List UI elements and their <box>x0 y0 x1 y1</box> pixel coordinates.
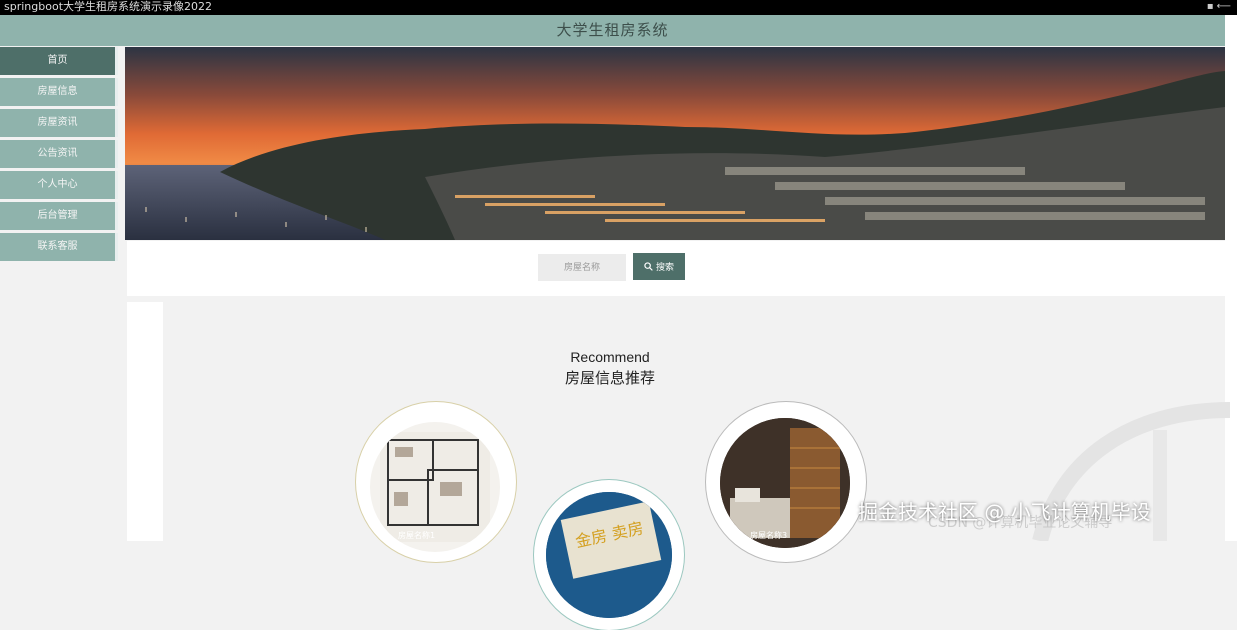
recommend-card-2[interactable]: 金房 卖房 <box>534 480 684 630</box>
sidebar-item-admin[interactable]: 后台管理 <box>0 202 118 230</box>
window-title-bar: springboot大学生租房系统演示录像2022 ▪ ⟵ <box>0 0 1237 15</box>
search-icon <box>644 262 653 271</box>
banner-image[interactable] <box>125 47 1225 240</box>
sidebar-item-notices[interactable]: 公告资讯 <box>0 140 118 168</box>
recommend-title-cn: 房屋信息推荐 <box>564 369 655 387</box>
sidebar-item-home[interactable]: 首页 <box>0 47 118 75</box>
recommend-card-1-label: 房屋名称1 <box>398 531 436 540</box>
recommend-card-3-label: 房屋名称3 <box>750 531 788 540</box>
search-button-label: 搜索 <box>655 262 674 272</box>
recommend-heading: Recommend 房屋信息推荐 <box>500 348 720 388</box>
banner-city-sunset-image <box>125 47 1225 240</box>
search-input[interactable] <box>538 254 626 281</box>
site-title: 大学生租房系统 <box>556 21 669 39</box>
window-title: springboot大学生租房系统演示录像2022 <box>4 0 212 13</box>
sidebar-nav: 首页 房屋信息 房屋资讯 公告资讯 个人中心 后台管理 联系客服 <box>0 47 118 264</box>
sidebar-item-customer-service[interactable]: 联系客服 <box>0 233 118 261</box>
sidebar-item-house-info[interactable]: 房屋信息 <box>0 78 118 106</box>
recommend-title-en: Recommend <box>570 349 650 365</box>
window-controls-icon[interactable]: ▪ ⟵ <box>1207 0 1231 14</box>
content-side-strip <box>127 302 163 541</box>
poster-image: 金房 卖房 <box>546 492 672 618</box>
bedroom-image <box>720 418 850 548</box>
sidebar-item-house-news[interactable]: 房屋资讯 <box>0 109 118 137</box>
watermark-primary: 掘金技术社区 @ 小飞计算机毕设 <box>858 500 1151 524</box>
search-panel: 搜索 <box>127 241 1225 296</box>
sidebar-item-profile[interactable]: 个人中心 <box>0 171 118 199</box>
recommend-card-1[interactable]: 房屋名称1 <box>356 402 516 562</box>
recommend-card-3[interactable]: 房屋名称3 <box>706 402 866 562</box>
site-header: 大学生租房系统 <box>0 15 1225 46</box>
search-button[interactable]: 搜索 <box>633 253 685 280</box>
